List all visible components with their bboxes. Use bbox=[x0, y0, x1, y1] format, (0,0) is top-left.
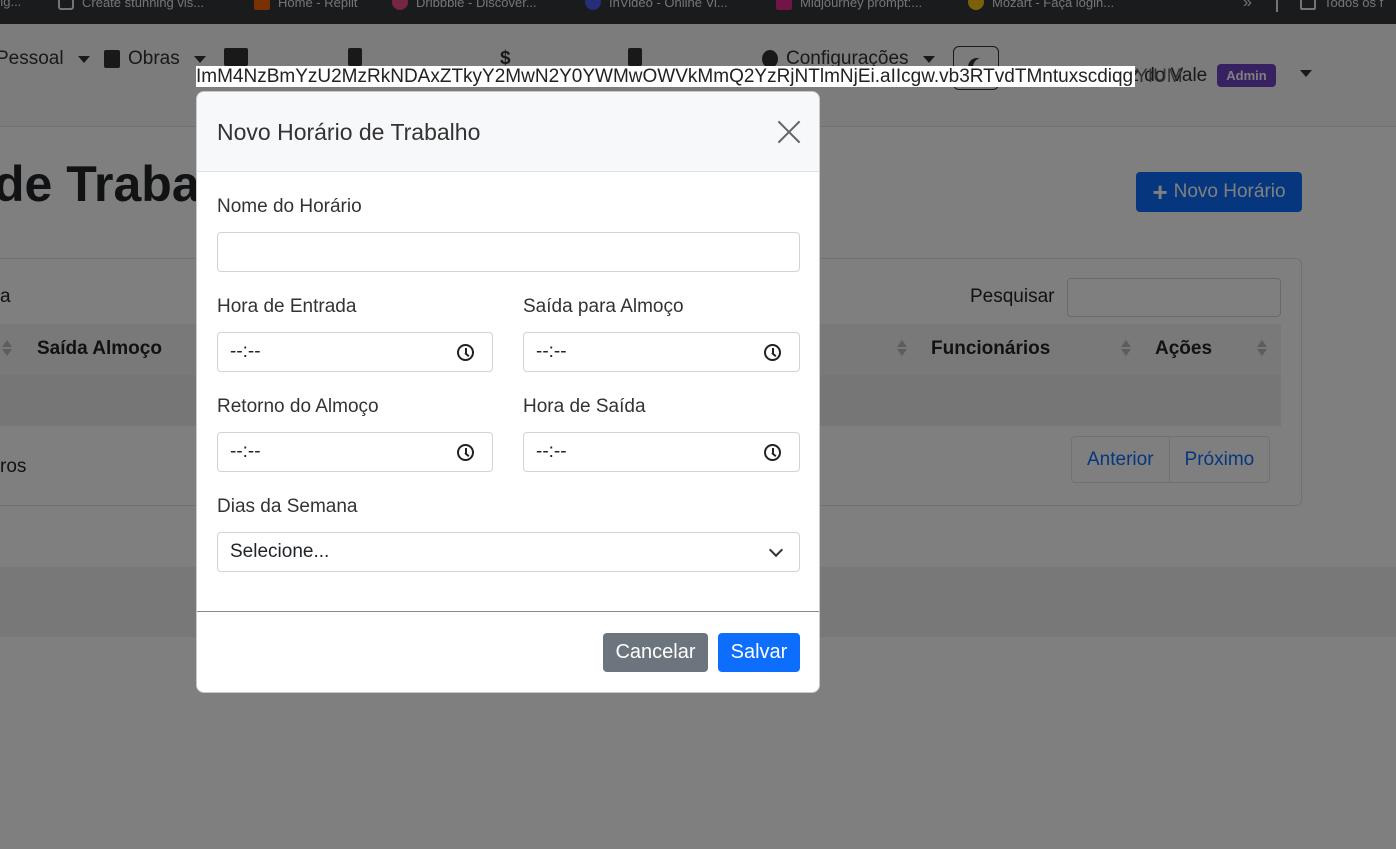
dias-label: Dias da Semana bbox=[217, 496, 358, 517]
saida-almoco-label: Saída para Almoço bbox=[523, 296, 684, 317]
clock-icon[interactable] bbox=[764, 344, 781, 361]
saida-label: Hora de Saída bbox=[523, 396, 646, 417]
dias-value: Selecione... bbox=[230, 541, 330, 562]
saida-value: --:-- bbox=[536, 441, 567, 462]
retorno-label: Retorno do Almoço bbox=[217, 396, 379, 417]
token-text: ImM4NzBmYzU2MzRkNDAxZTkyY2MwN2Y0YWMwOWVk… bbox=[196, 66, 1136, 87]
modal-header: Novo Horário de Trabalho bbox=[197, 92, 819, 172]
saida-time-input[interactable]: --:-- bbox=[523, 432, 800, 472]
saida-almoco-time-input[interactable]: --:-- bbox=[523, 332, 800, 372]
retorno-value: --:-- bbox=[230, 441, 261, 462]
entrada-label: Hora de Entrada bbox=[217, 296, 357, 317]
saida-almoco-value: --:-- bbox=[536, 341, 567, 362]
token-tail: YIUM bbox=[1135, 66, 1183, 87]
clock-icon[interactable] bbox=[457, 444, 474, 461]
schedule-name-input[interactable] bbox=[217, 232, 800, 272]
entrada-value: --:-- bbox=[230, 341, 261, 362]
retorno-time-input[interactable]: --:-- bbox=[217, 432, 493, 472]
clock-icon[interactable] bbox=[457, 344, 474, 361]
close-icon[interactable] bbox=[776, 119, 802, 145]
save-button[interactable]: Salvar bbox=[718, 633, 800, 672]
chevron-down-icon bbox=[768, 542, 784, 558]
cancel-button[interactable]: Cancelar bbox=[603, 633, 708, 672]
modal-footer-divider bbox=[197, 611, 819, 612]
modal-title: Novo Horário de Trabalho bbox=[217, 119, 481, 145]
entrada-time-input[interactable]: --:-- bbox=[217, 332, 493, 372]
name-label: Nome do Horário bbox=[217, 196, 362, 217]
dias-semana-select[interactable]: Selecione... bbox=[217, 532, 800, 572]
session-token-text: ImM4NzBmYzU2MzRkNDAxZTkyY2MwN2Y0YWMwOWVk… bbox=[196, 66, 1226, 88]
clock-icon[interactable] bbox=[764, 444, 781, 461]
new-schedule-modal: Novo Horário de Trabalho Nome do Horário… bbox=[196, 91, 820, 693]
